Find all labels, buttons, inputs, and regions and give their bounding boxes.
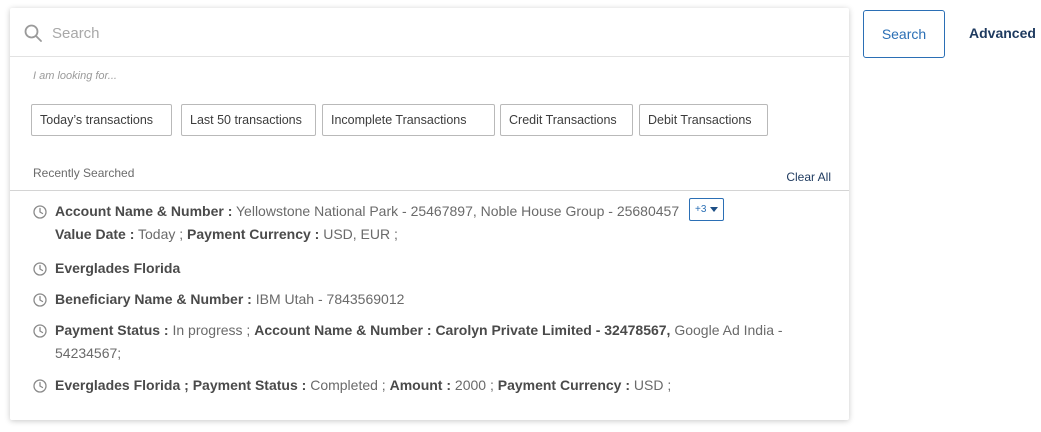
chip-last-50-transactions[interactable]: Last 50 transactions xyxy=(181,104,316,136)
chip-debit-transactions[interactable]: Debit Transactions xyxy=(639,104,768,136)
filter-value: In progress ; xyxy=(172,322,251,338)
advanced-search-link[interactable]: Advanced xyxy=(969,25,1036,41)
filter-label: Amount : xyxy=(389,377,452,393)
more-filters-dropdown[interactable]: +3 xyxy=(689,198,725,221)
recent-search-text: Everglades Florida xyxy=(55,257,845,280)
filter-label: Account Name & Number : xyxy=(55,203,233,219)
filter-value: 54234567; xyxy=(55,345,122,361)
filter-value: Google Ad India - xyxy=(674,322,783,338)
filter-value: 2000 ; xyxy=(454,377,494,393)
filter-value: USD, EUR ; xyxy=(323,226,398,242)
filter-label: Payment Currency : xyxy=(187,226,320,242)
filter-value: Completed ; xyxy=(310,377,386,393)
chip-incomplete-transactions[interactable]: Incomplete Transactions xyxy=(322,104,495,136)
chip-todays-transactions[interactable]: Today’s transactions xyxy=(31,104,172,136)
filter-label: Payment Status : xyxy=(192,377,307,393)
clock-icon xyxy=(33,262,47,276)
chip-credit-transactions[interactable]: Credit Transactions xyxy=(500,104,633,136)
filter-label: Payment Currency : xyxy=(497,377,631,393)
filter-label: Payment Status : xyxy=(55,322,169,338)
recently-searched-heading: Recently Searched xyxy=(33,166,135,180)
more-count: +3 xyxy=(695,204,707,215)
caret-down-icon xyxy=(710,207,719,212)
clock-icon xyxy=(33,205,47,219)
divider xyxy=(10,190,849,191)
clock-icon xyxy=(33,379,47,393)
filter-value: Yellowstone National Park - 25467897, No… xyxy=(236,203,680,219)
search-input[interactable] xyxy=(52,18,832,48)
recent-search-text: Payment Status : In progress ; Account N… xyxy=(55,319,845,365)
filter-label: Value Date : xyxy=(55,226,135,242)
recent-search-text: Beneficiary Name & Number : IBM Utah - 7… xyxy=(55,288,845,311)
search-bar xyxy=(10,8,849,57)
filter-value: Today ; xyxy=(138,226,184,242)
filter-label: Account Name & Number : Carolyn Private … xyxy=(254,322,671,338)
search-term: Everglades Florida ; xyxy=(55,377,189,393)
suggestion-hint: I am looking for... xyxy=(33,70,117,82)
clock-icon xyxy=(33,293,47,307)
recent-search-text: Everglades Florida ; Payment Status : Co… xyxy=(55,374,845,397)
search-button[interactable]: Search xyxy=(863,10,945,58)
filter-value: IBM Utah - 7843569012 xyxy=(255,291,405,307)
recent-search-text: Account Name & Number : Yellowstone Nati… xyxy=(55,198,845,246)
filter-value: USD ; xyxy=(633,377,672,393)
filter-label: Beneficiary Name & Number : xyxy=(55,291,252,307)
search-dropdown-panel: I am looking for... Today’s transactions… xyxy=(10,8,849,420)
search-term: Everglades Florida xyxy=(55,260,181,276)
search-icon xyxy=(24,24,42,42)
clear-all-button[interactable]: Clear All xyxy=(786,170,831,184)
clock-icon xyxy=(33,324,47,338)
